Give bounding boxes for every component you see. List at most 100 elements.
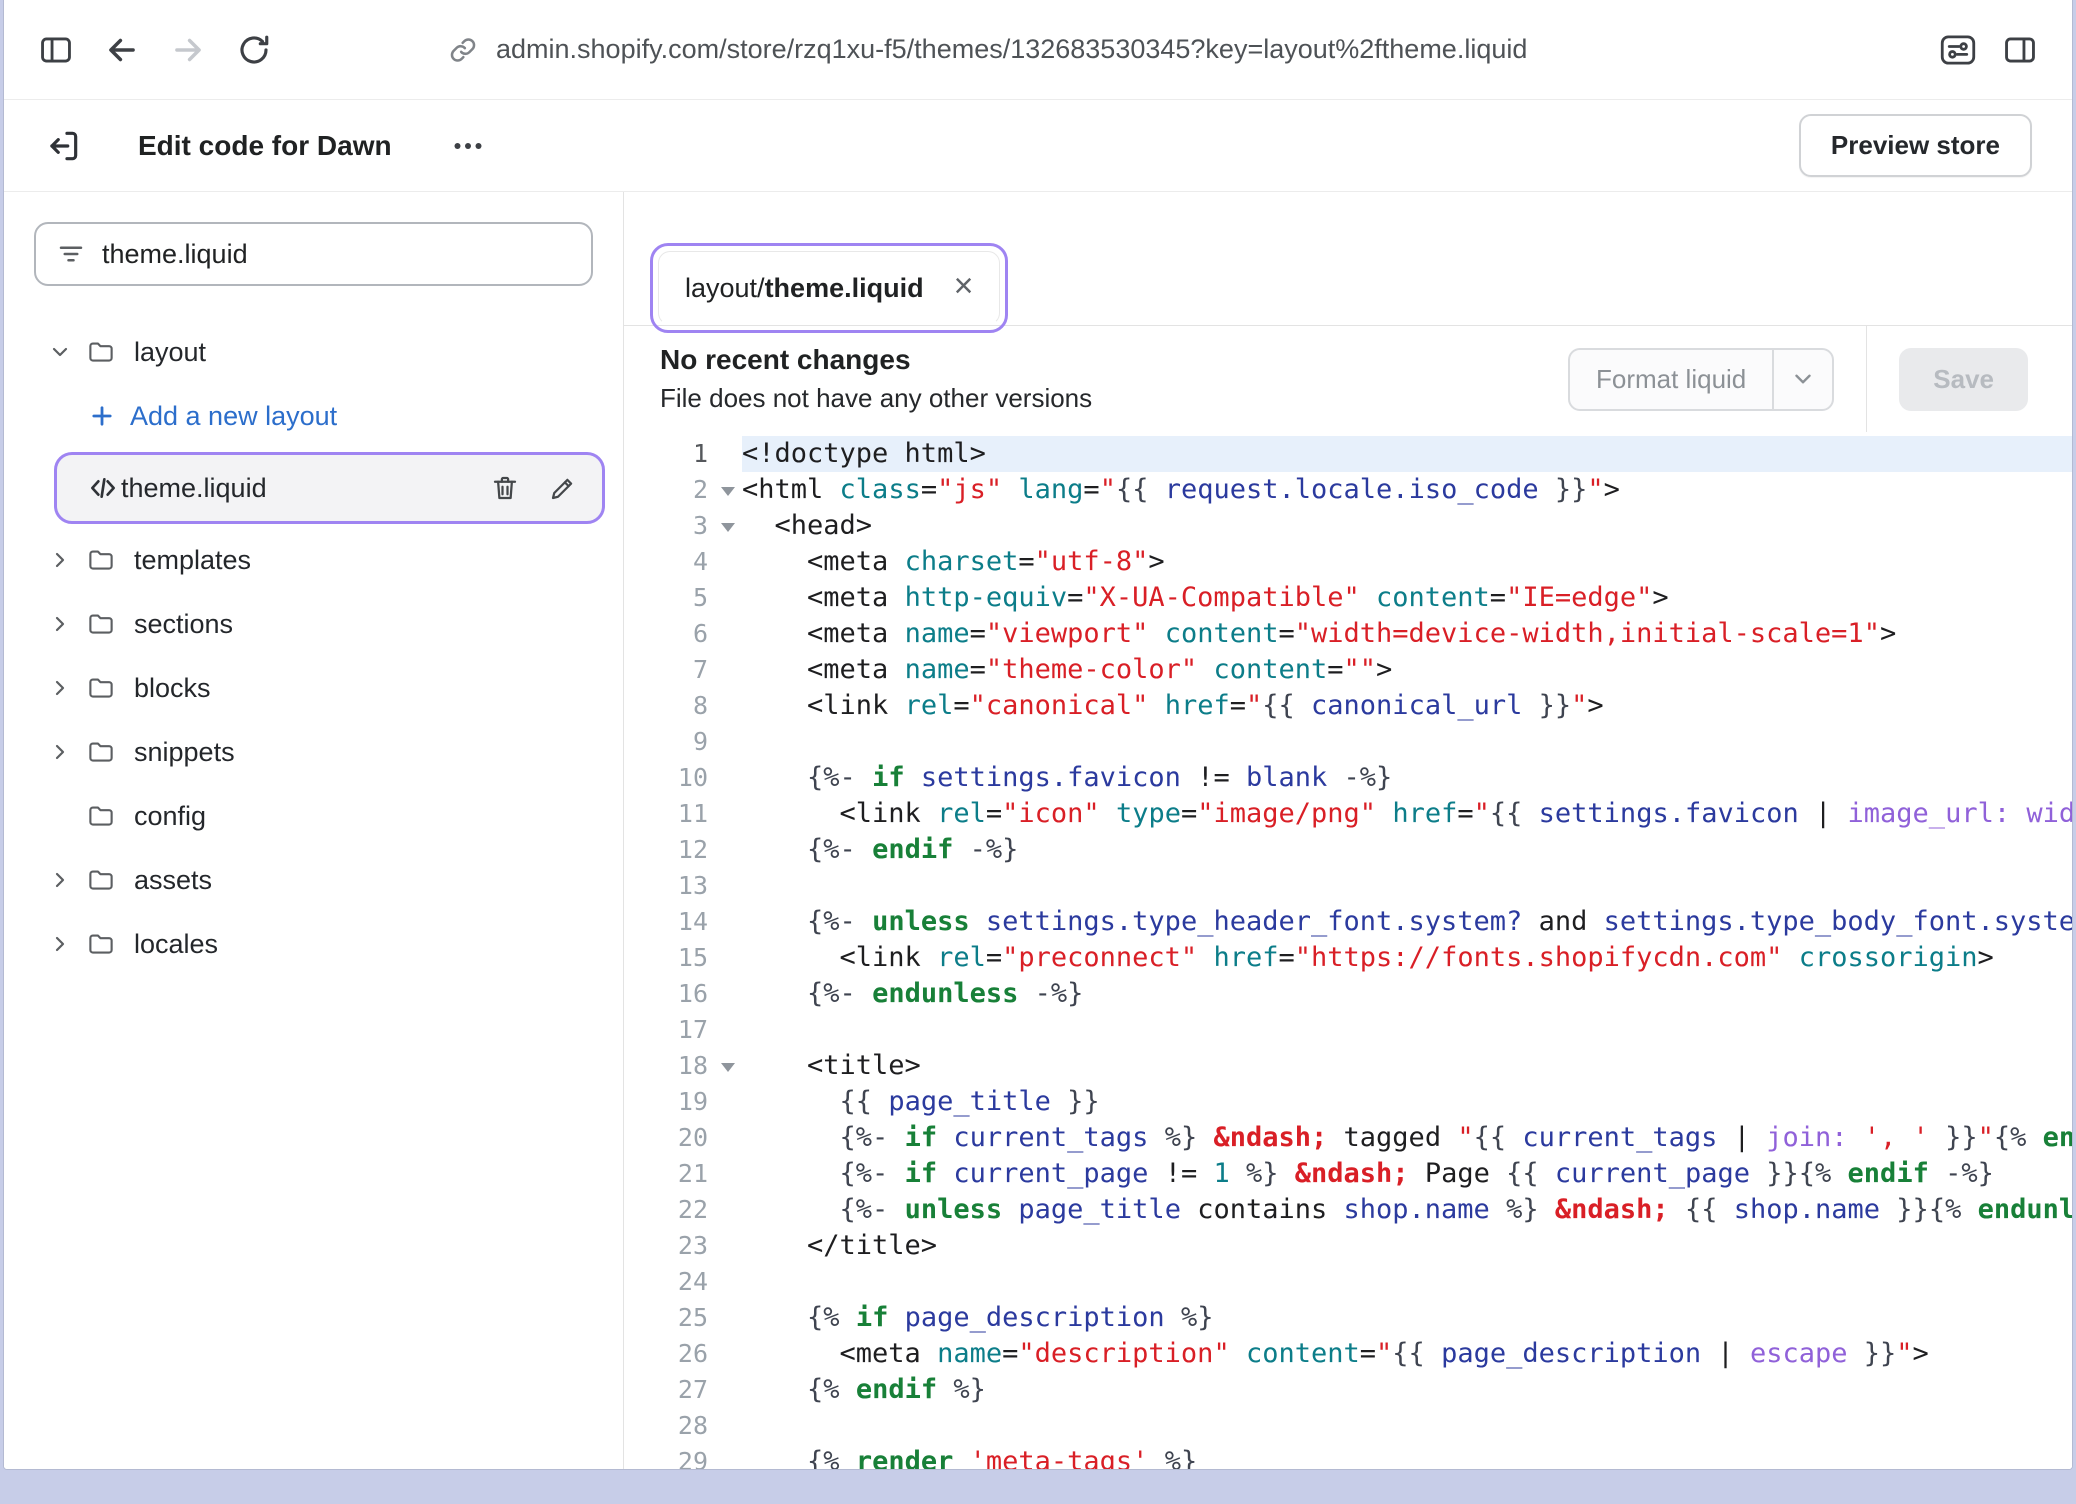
divider <box>1866 326 1867 432</box>
file-sidebar: layoutAdd a new layout theme.liquid templa… <box>4 192 624 1469</box>
line-number: 8 <box>624 688 742 724</box>
line-number: 27 <box>624 1372 742 1408</box>
code-line-23[interactable]: 23 </title> <box>624 1228 2072 1264</box>
line-number: 2 <box>624 472 742 508</box>
code-line-15[interactable]: 15 <link rel="preconnect" href="https://… <box>624 940 2072 976</box>
editor-pane: layout/ theme.liquid × No recent changes… <box>624 192 2072 1469</box>
plus-icon <box>88 402 116 430</box>
code-line-4[interactable]: 4 <meta charset="utf-8"> <box>624 544 2072 580</box>
tab-close-icon[interactable]: × <box>954 269 974 303</box>
rename-file-icon[interactable] <box>548 473 578 503</box>
reload-icon[interactable] <box>232 28 276 72</box>
delete-file-icon[interactable] <box>490 473 520 503</box>
format-liquid-button[interactable]: Format liquid <box>1570 350 1772 409</box>
chevron-right-icon[interactable] <box>48 548 86 572</box>
line-number: 21 <box>624 1156 742 1192</box>
tab-highlight-ring: layout/ theme.liquid × <box>650 243 1008 333</box>
file-search-input[interactable] <box>102 239 571 270</box>
folder-icon <box>86 929 116 959</box>
chevron-down-icon[interactable] <box>48 340 86 364</box>
fold-chevron-icon[interactable] <box>721 1063 735 1072</box>
code-line-8[interactable]: 8 <link rel="canonical" href="{{ canonic… <box>624 688 2072 724</box>
sidebar-item-locales[interactable]: locales <box>4 912 623 976</box>
more-menu-icon[interactable] <box>450 128 486 164</box>
folder-icon <box>86 545 116 575</box>
link-icon <box>448 35 478 65</box>
chevron-right-icon[interactable] <box>48 612 86 636</box>
chevron-right-icon[interactable] <box>48 868 86 892</box>
sidebar-item-templates[interactable]: templates <box>4 528 623 592</box>
sidebar-item-sections[interactable]: sections <box>4 592 623 656</box>
file-search <box>34 222 593 286</box>
line-number: 10 <box>624 760 742 796</box>
code-line-3[interactable]: 3 <head> <box>624 508 2072 544</box>
preview-store-button[interactable]: Preview store <box>1799 114 2032 177</box>
sidebar-item-layout[interactable]: layout <box>4 320 623 384</box>
code-line-28[interactable]: 28 <box>624 1408 2072 1444</box>
tab-layout-theme-liquid[interactable]: layout/ theme.liquid × <box>658 251 1000 325</box>
code-line-17[interactable]: 17 <box>624 1012 2072 1048</box>
folder-icon <box>86 737 116 767</box>
add-new-layout-button[interactable]: Add a new layout <box>4 384 623 448</box>
sidebar-item-theme-liquid[interactable]: theme.liquid <box>121 473 267 504</box>
code-line-24[interactable]: 24 <box>624 1264 2072 1300</box>
editor-status-bar: No recent changes File does not have any… <box>624 326 2072 432</box>
code-file-icon <box>87 472 119 504</box>
code-line-26[interactable]: 26 <meta name="description" content="{{ … <box>624 1336 2072 1372</box>
code-line-18[interactable]: 18 <title> <box>624 1048 2072 1084</box>
file-tree: layoutAdd a new layout theme.liquid templa… <box>4 320 623 976</box>
selected-file-ring: theme.liquid <box>54 452 605 524</box>
code-line-11[interactable]: 11 <link rel="icon" type="image/png" hre… <box>624 796 2072 832</box>
sidebar-toggle-icon[interactable] <box>34 28 78 72</box>
folder-icon <box>86 609 116 639</box>
fold-chevron-icon[interactable] <box>721 523 735 532</box>
code-line-16[interactable]: 16 {%- endunless -%} <box>624 976 2072 1012</box>
status-subtitle: File does not have any other versions <box>660 383 1092 414</box>
line-number: 12 <box>624 832 742 868</box>
chevron-right-icon[interactable] <box>48 932 86 956</box>
chevron-right-icon[interactable] <box>48 676 86 700</box>
code-line-12[interactable]: 12 {%- endif -%} <box>624 832 2072 868</box>
code-line-5[interactable]: 5 <meta http-equiv="X-UA-Compatible" con… <box>624 580 2072 616</box>
sidebar-item-assets[interactable]: assets <box>4 848 623 912</box>
code-line-1[interactable]: 1<!doctype html> <box>624 436 2072 472</box>
sidebar-item-snippets[interactable]: snippets <box>4 720 623 784</box>
panel-toggle-icon[interactable] <box>1998 28 2042 72</box>
back-icon[interactable] <box>100 28 144 72</box>
sidebar-item-config[interactable]: config <box>4 784 623 848</box>
code-line-7[interactable]: 7 <meta name="theme-color" content=""> <box>624 652 2072 688</box>
format-dropdown-icon[interactable] <box>1772 350 1832 409</box>
forward-icon[interactable] <box>166 28 210 72</box>
code-line-13[interactable]: 13 <box>624 868 2072 904</box>
tab-path-prefix: layout/ <box>685 273 765 304</box>
address-bar[interactable]: admin.shopify.com/store/rzq1xu-f5/themes… <box>448 34 1918 65</box>
exit-editor-icon[interactable] <box>44 127 82 165</box>
code-line-20[interactable]: 20 {%- if current_tags %} &ndash; tagged… <box>624 1120 2072 1156</box>
fold-chevron-icon[interactable] <box>721 487 735 496</box>
chevron-right-icon[interactable] <box>48 740 86 764</box>
code-line-21[interactable]: 21 {%- if current_page != 1 %} &ndash; P… <box>624 1156 2072 1192</box>
folder-icon <box>86 337 116 367</box>
code-line-29[interactable]: 29 {% render 'meta-tags' %} <box>624 1444 2072 1469</box>
code-line-6[interactable]: 6 <meta name="viewport" content="width=d… <box>624 616 2072 652</box>
code-line-9[interactable]: 9 <box>624 724 2072 760</box>
code-editor[interactable]: 1<!doctype html>2<html class="js" lang="… <box>624 432 2072 1469</box>
code-line-19[interactable]: 19 {{ page_title }} <box>624 1084 2072 1120</box>
extensions-icon[interactable] <box>1936 28 1980 72</box>
code-line-2[interactable]: 2<html class="js" lang="{{ request.local… <box>624 472 2072 508</box>
code-line-27[interactable]: 27 {% endif %} <box>624 1372 2072 1408</box>
save-button[interactable]: Save <box>1899 348 2028 411</box>
line-number: 4 <box>624 544 742 580</box>
line-number: 1 <box>624 436 742 472</box>
folder-icon <box>86 865 116 895</box>
line-number: 9 <box>624 724 742 760</box>
code-line-14[interactable]: 14 {%- unless settings.type_header_font.… <box>624 904 2072 940</box>
sidebar-item-blocks[interactable]: blocks <box>4 656 623 720</box>
address-url[interactable]: admin.shopify.com/store/rzq1xu-f5/themes… <box>496 34 1527 65</box>
code-line-25[interactable]: 25 {% if page_description %} <box>624 1300 2072 1336</box>
code-line-22[interactable]: 22 {%- unless page_title contains shop.n… <box>624 1192 2072 1228</box>
code-lines: 1<!doctype html>2<html class="js" lang="… <box>624 436 2072 1469</box>
line-number: 14 <box>624 904 742 940</box>
line-number: 18 <box>624 1048 742 1084</box>
code-line-10[interactable]: 10 {%- if settings.favicon != blank -%} <box>624 760 2072 796</box>
